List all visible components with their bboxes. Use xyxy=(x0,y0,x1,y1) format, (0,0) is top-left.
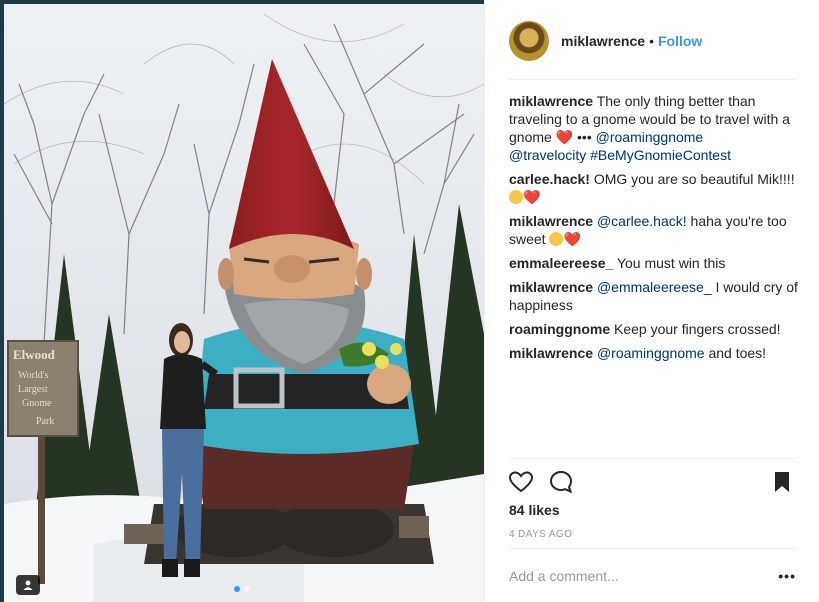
mention-link[interactable]: @roaminggnome xyxy=(597,345,705,361)
heart-emoji: ❤️ xyxy=(523,189,541,205)
mention-link[interactable]: @travelocity xyxy=(509,147,586,163)
gnome-photo-illustration: Elwood World's Largest Gnome Park xyxy=(4,4,484,602)
comment-username[interactable]: miklawrence xyxy=(509,93,593,109)
post-header: miklawrence • Follow xyxy=(509,20,796,62)
timestamp: 4 DAYS AGO xyxy=(509,529,573,540)
comment-button[interactable] xyxy=(547,468,575,496)
header-separator: • xyxy=(649,33,654,49)
user-tag-button[interactable] xyxy=(16,575,40,595)
comment-item: miklawrence @emmaleereese_ I would cry o… xyxy=(509,278,802,314)
comment-item: miklawrence @carlee.hack! haha you're to… xyxy=(509,212,802,248)
divider xyxy=(509,548,796,549)
comments-list: miklawrence The only thing better than t… xyxy=(509,92,802,368)
comment-username[interactable]: miklawrence xyxy=(509,345,593,361)
hashtag-link[interactable]: #BeMyGnomieContest xyxy=(590,147,731,163)
sign-line-2: World's xyxy=(18,370,49,381)
carousel-dot xyxy=(234,586,240,592)
ellipsis-text: ••• xyxy=(573,129,596,145)
heart-eyes-emoji xyxy=(509,190,523,204)
post-side-panel: miklawrence • Follow miklawrence The onl… xyxy=(484,0,819,602)
mention-link[interactable]: @emmaleereese_ xyxy=(597,279,712,295)
post-photo[interactable]: Elwood World's Largest Gnome Park xyxy=(4,4,484,602)
header-username[interactable]: miklawrence xyxy=(561,33,645,49)
save-button[interactable] xyxy=(768,468,796,496)
heart-emoji: ❤️ xyxy=(555,129,574,145)
caption: miklawrence The only thing better than t… xyxy=(509,92,802,164)
comment-text: You must win this xyxy=(613,255,726,271)
add-comment-input[interactable] xyxy=(509,566,749,586)
like-count[interactable]: 84 likes xyxy=(509,502,560,518)
comment-text: and toes! xyxy=(704,345,767,361)
mention-link[interactable]: @carlee.hack! xyxy=(597,213,687,229)
comment-username[interactable]: miklawrence xyxy=(509,279,593,295)
bookmark-icon xyxy=(775,472,789,492)
comment-item: emmaleereese_ You must win this xyxy=(509,254,802,272)
comment-username[interactable]: miklawrence xyxy=(509,213,593,229)
divider xyxy=(509,458,796,459)
carousel-indicator xyxy=(234,586,250,592)
comment-text: OMG you are so beautiful Mik!!!! xyxy=(589,171,795,187)
comment-icon xyxy=(549,470,573,494)
follow-button[interactable]: Follow xyxy=(658,33,702,49)
sign-line-5: Park xyxy=(36,416,54,427)
sign-line-1: Elwood xyxy=(13,347,56,362)
avatar[interactable] xyxy=(509,21,549,61)
user-tag-icon xyxy=(23,580,33,590)
sign-line-4: Gnome xyxy=(22,398,52,409)
like-button[interactable] xyxy=(507,468,535,496)
action-bar xyxy=(507,468,796,496)
more-options-button[interactable]: ••• xyxy=(778,568,796,584)
mention-link[interactable]: @roaminggnome xyxy=(596,129,704,145)
heart-emoji: ❤️ xyxy=(563,231,581,247)
laughing-emoji xyxy=(549,232,564,246)
heart-icon xyxy=(508,471,534,493)
comment-item: roaminggnome Keep your fingers crossed! xyxy=(509,320,802,338)
comment-username[interactable]: carlee.hack! xyxy=(509,171,590,187)
comment-text: Keep your fingers crossed! xyxy=(610,321,781,337)
divider xyxy=(509,79,796,80)
sign-line-3: Largest xyxy=(18,384,48,395)
comment-username[interactable]: roaminggnome xyxy=(509,321,610,337)
carousel-dot xyxy=(244,586,250,592)
comment-item: carlee.hack! OMG you are so beautiful Mi… xyxy=(509,170,802,206)
comment-username[interactable]: emmaleereese_ xyxy=(509,255,613,271)
comment-item: miklawrence @roaminggnome and toes! xyxy=(509,344,802,362)
